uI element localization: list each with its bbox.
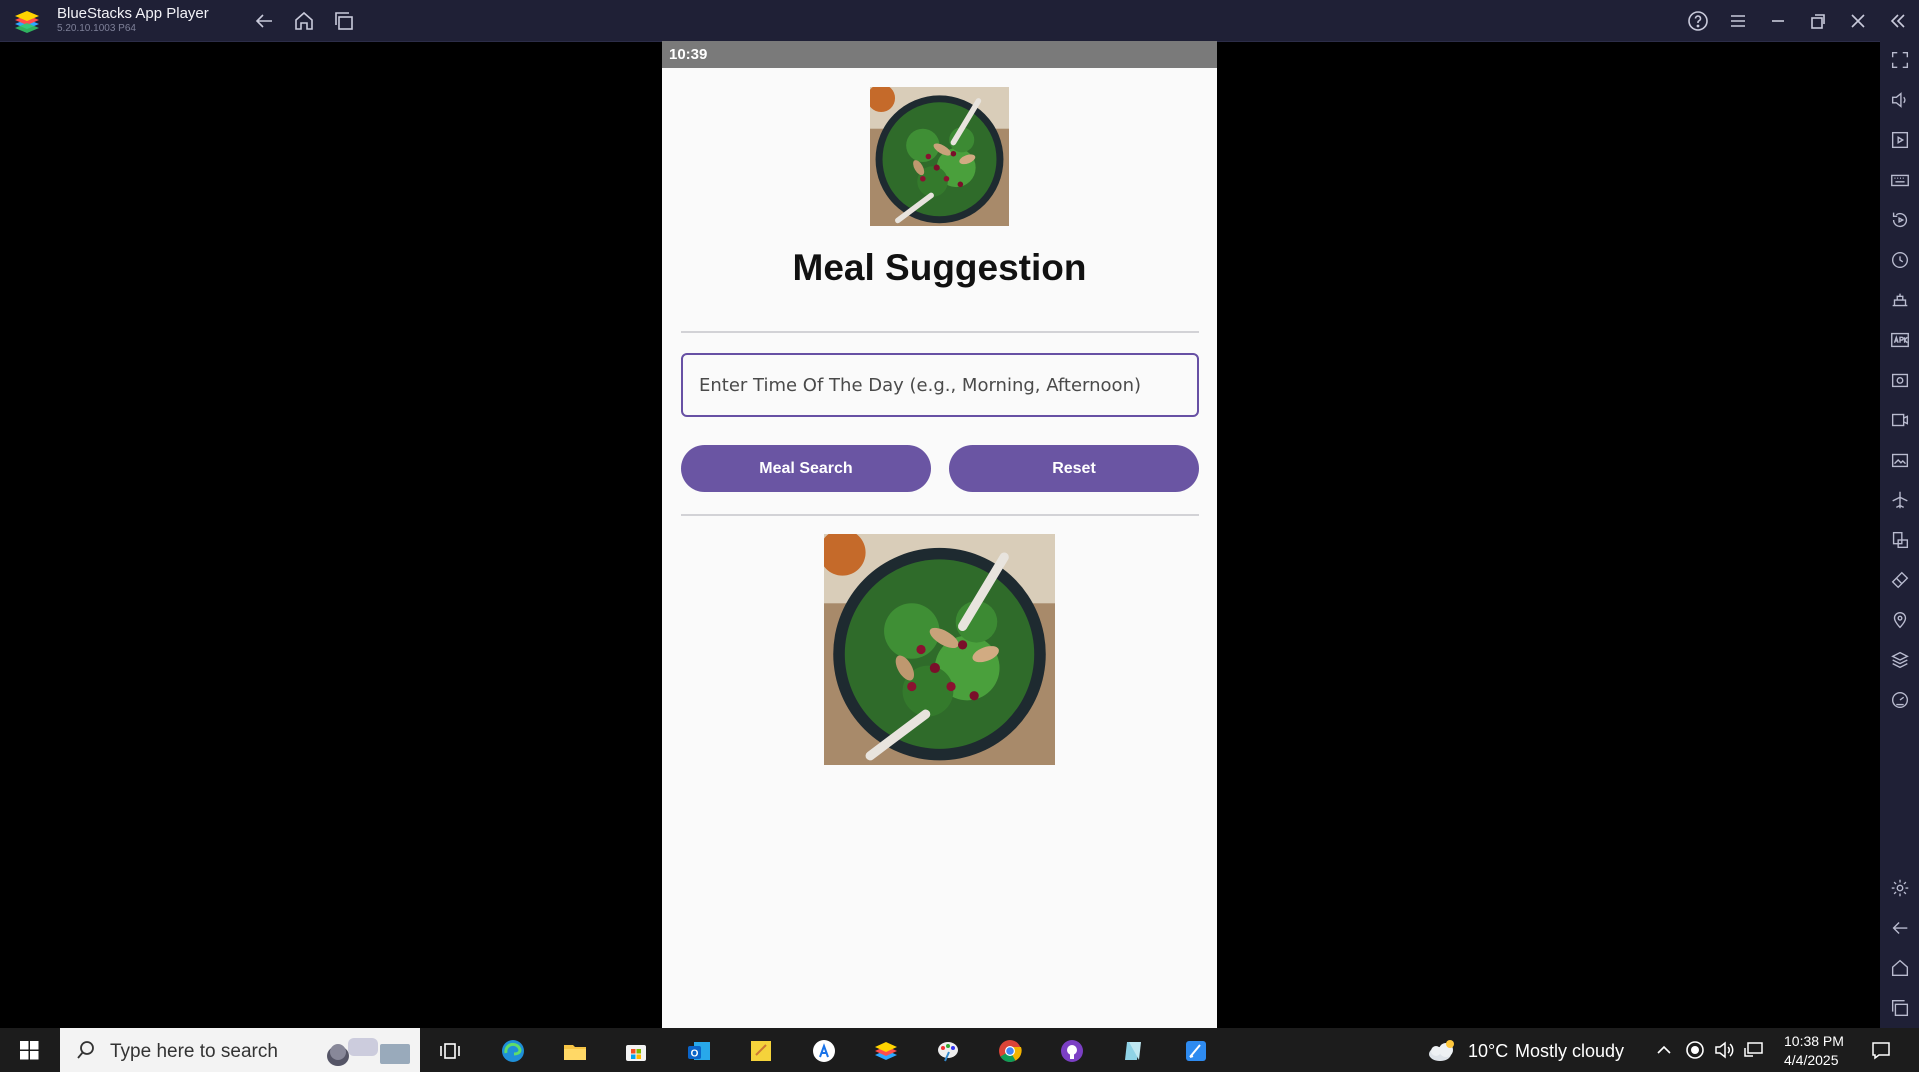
- bluestacks-sidebar: [1880, 41, 1919, 1028]
- apk-icon[interactable]: [1889, 329, 1911, 351]
- keyboard-icon[interactable]: [1889, 169, 1911, 191]
- help-icon[interactable]: [1686, 9, 1710, 33]
- screenshot-icon[interactable]: [1889, 369, 1911, 391]
- rotate-icon[interactable]: [1889, 209, 1911, 231]
- settings-icon[interactable]: [1889, 877, 1911, 899]
- window-titlebar: BlueStacks App Player 5.20.10.1003 P64: [0, 0, 1919, 42]
- home-icon[interactable]: [292, 9, 316, 33]
- taskbar-search-placeholder: Type here to search: [110, 1041, 278, 1062]
- file-explorer-icon[interactable]: [562, 1038, 588, 1064]
- bluestacks-taskbar-icon[interactable]: [873, 1038, 899, 1064]
- eco-mode-icon[interactable]: [1889, 569, 1911, 591]
- weather-description[interactable]: Mostly cloudy: [1515, 1041, 1624, 1062]
- android-status-bar: 10:39: [662, 41, 1217, 68]
- volume-icon[interactable]: [1889, 89, 1911, 111]
- microsoft-store-icon[interactable]: [623, 1038, 649, 1064]
- header-meal-image: [870, 87, 1009, 226]
- windows-start-icon[interactable]: [0, 1028, 60, 1072]
- app-version: 5.20.10.1003 P64: [57, 23, 136, 34]
- page-title: Meal Suggestion: [792, 247, 1087, 288]
- taskbar-search-box[interactable]: Type here to search: [60, 1028, 420, 1072]
- multi-instance-icon[interactable]: [1889, 529, 1911, 551]
- window-title: BlueStacks App Player: [57, 5, 209, 22]
- media-icon[interactable]: [1889, 129, 1911, 151]
- menu-icon[interactable]: [1726, 9, 1750, 33]
- weather-temperature[interactable]: 10°C: [1468, 1041, 1508, 1062]
- status-time: 10:39: [669, 46, 708, 63]
- task-view-icon[interactable]: [437, 1038, 463, 1064]
- record-status-icon[interactable]: [1685, 1040, 1705, 1060]
- record-icon[interactable]: [1889, 409, 1911, 431]
- bottom-divider: [681, 514, 1199, 516]
- notes-app-icon[interactable]: [1121, 1038, 1147, 1064]
- performance-icon[interactable]: [1889, 689, 1911, 711]
- collapse-sidebar-icon[interactable]: [1886, 9, 1910, 33]
- github-icon[interactable]: [1059, 1038, 1085, 1064]
- reset-button[interactable]: Reset: [949, 445, 1199, 492]
- close-icon[interactable]: [1846, 9, 1870, 33]
- meal-result-image: [824, 534, 1055, 765]
- clock-date[interactable]: 4/4/2025: [1784, 1052, 1839, 1068]
- android-home-icon[interactable]: [1889, 957, 1911, 979]
- search-highlight-icon: [327, 1038, 410, 1066]
- app-store-icon[interactable]: [811, 1038, 837, 1064]
- android-screen: 10:39 Meal Suggestion Meal Search Reset: [662, 41, 1217, 1028]
- location-icon[interactable]: [1889, 609, 1911, 631]
- edge-icon[interactable]: [500, 1038, 526, 1064]
- outlook-icon[interactable]: O: [686, 1038, 712, 1064]
- paint-icon[interactable]: [935, 1038, 961, 1064]
- chevron-up-icon[interactable]: [1655, 1041, 1673, 1059]
- recent-apps-icon[interactable]: [332, 9, 356, 33]
- airplane-icon[interactable]: [1889, 489, 1911, 511]
- svg-text:O: O: [691, 1049, 699, 1060]
- top-divider: [681, 331, 1199, 333]
- search-icon: [77, 1041, 94, 1059]
- sync-icon[interactable]: [1889, 249, 1911, 271]
- macro-icon[interactable]: [1889, 289, 1911, 311]
- back-icon[interactable]: [252, 9, 276, 33]
- editor-app-icon[interactable]: [1183, 1038, 1209, 1064]
- meal-search-button[interactable]: Meal Search: [681, 445, 931, 492]
- sticky-notes-icon[interactable]: [748, 1038, 774, 1064]
- clock-time[interactable]: 10:38 PM: [1784, 1033, 1844, 1049]
- notification-center-icon[interactable]: [1870, 1039, 1892, 1061]
- layers-icon[interactable]: [1889, 649, 1911, 671]
- time-of-day-input[interactable]: [681, 353, 1199, 417]
- bluestacks-logo-icon: [15, 11, 39, 33]
- windows-taskbar: Type here to search O 10°C Mostly cloudy…: [0, 1028, 1919, 1072]
- restore-icon[interactable]: [1806, 9, 1830, 33]
- fullscreen-icon[interactable]: [1889, 49, 1911, 71]
- weather-cloudy-icon: [1429, 1040, 1454, 1061]
- chrome-icon[interactable]: [997, 1038, 1023, 1064]
- folder-icon[interactable]: [1889, 449, 1911, 471]
- minimize-icon[interactable]: [1766, 9, 1790, 33]
- speaker-icon[interactable]: [1713, 1040, 1735, 1060]
- android-recent-icon[interactable]: [1889, 997, 1911, 1019]
- android-back-icon[interactable]: [1889, 917, 1911, 939]
- network-icon[interactable]: [1743, 1040, 1765, 1060]
